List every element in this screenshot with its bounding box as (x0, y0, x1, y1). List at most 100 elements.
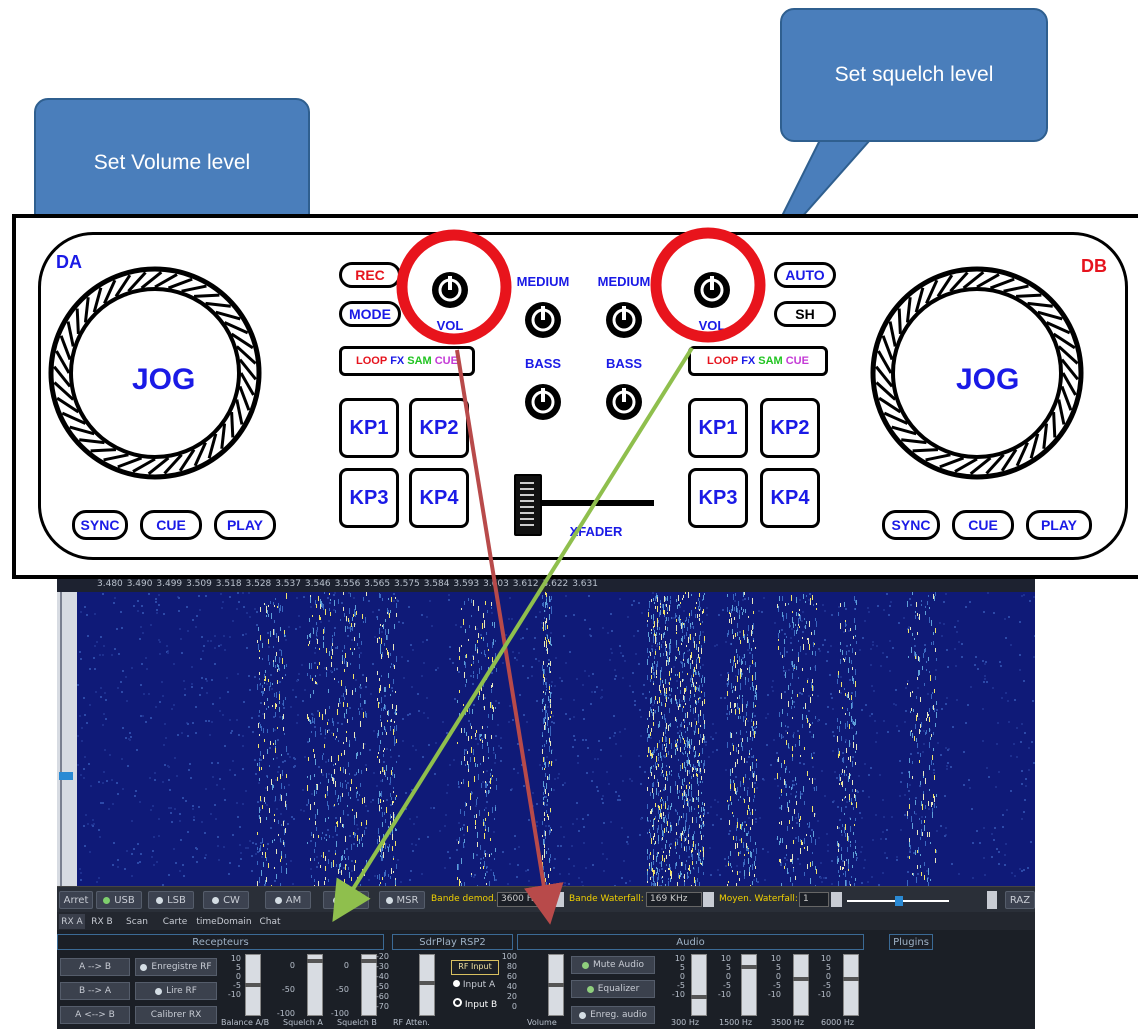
waterfall-canvas (77, 592, 1035, 886)
jog-b-label: JOG (956, 363, 1020, 396)
rf-atten-slider[interactable] (419, 954, 435, 1016)
vol-a-label: VOL (436, 318, 464, 333)
waterfall-display[interactable] (77, 592, 1035, 886)
usb-mode-button[interactable]: USB (96, 891, 142, 909)
cue-button-b[interactable]: CUE (952, 510, 1014, 540)
waterfall-avg-spin-icon[interactable] (831, 892, 842, 907)
xfader-grip-icon (520, 482, 534, 528)
tab-chat[interactable]: Chat (255, 914, 285, 929)
mode-button[interactable]: MODE (339, 301, 401, 327)
tab-rx-b[interactable]: RX B (87, 914, 117, 929)
ruler-tick-label: 3.603 (483, 579, 509, 589)
demod-input[interactable]: 3600 Hz (497, 892, 541, 907)
input-a-radio-dot[interactable] (453, 980, 460, 987)
waterfall-contrast-slider[interactable] (847, 894, 949, 907)
squelch-a-slider[interactable] (307, 954, 323, 1016)
play-button-b[interactable]: PLAY (1026, 510, 1092, 540)
record-rf-button[interactable]: Enregistre RF (135, 958, 217, 976)
squelch-a-scale: 0 -50 -100 (276, 961, 295, 1018)
input-b-radio[interactable]: Input B (453, 998, 497, 1010)
auto-button[interactable]: AUTO (774, 262, 836, 288)
cw-mode-button[interactable]: CW (203, 891, 249, 909)
eq3500-slider[interactable] (793, 954, 809, 1016)
balance-slider-thumb[interactable] (245, 983, 261, 987)
sync-button-a[interactable]: SYNC (72, 510, 128, 540)
ruler-tick-label: 3.546 (304, 579, 331, 589)
volume-label: Volume (527, 1018, 557, 1027)
tab-rx-a[interactable]: RX A (59, 914, 85, 929)
medium-knob-a[interactable] (523, 300, 563, 340)
eq3500-scale: 10 5 0 -5 -10 (767, 954, 781, 999)
eq1500-slider-thumb[interactable] (741, 965, 757, 969)
calibrate-rx-button[interactable]: Calibrer RX (135, 1006, 217, 1024)
volume-slider[interactable] (548, 954, 564, 1016)
tab-scan[interactable]: Scan (119, 914, 155, 929)
contrast-slider-thumb[interactable] (895, 896, 903, 906)
msr-mode-button[interactable]: MSR (379, 891, 425, 909)
input-b-radio-dot[interactable] (453, 998, 462, 1007)
stop-button[interactable]: Arret (59, 891, 93, 909)
raz-button[interactable]: RAZ (1005, 891, 1035, 909)
read-rf-button[interactable]: Lire RF (135, 982, 217, 1000)
loop-fx-sam-cue-a[interactable]: LOOP FX SAM CUE (339, 346, 475, 376)
balance-slider[interactable] (245, 954, 261, 1016)
eq3500-slider-thumb[interactable] (793, 977, 809, 981)
ruler-tick-label: 3.499 (156, 579, 183, 589)
xfader-handle[interactable] (514, 474, 542, 536)
ruler-tick-label: 3.565 (364, 579, 391, 589)
waterfall-band-input[interactable]: 169 KHz (646, 892, 702, 907)
plugins-button[interactable]: Plugins (889, 934, 933, 950)
medium-knob-b[interactable] (604, 300, 644, 340)
eq6000-slider[interactable] (843, 954, 859, 1016)
rec-button[interactable]: REC (339, 262, 401, 288)
play-button-a[interactable]: PLAY (214, 510, 276, 540)
mute-audio-button[interactable]: Mute Audio (571, 956, 655, 974)
dj-controller: DA DB JOG JOG REC MODE AUTO SH VOL MEDIU… (12, 214, 1138, 579)
pad-kp2-b[interactable]: KP2 (760, 398, 820, 458)
vol-knob-b[interactable] (692, 270, 732, 310)
record-audio-button[interactable]: Enreg. audio (571, 1006, 655, 1024)
fm-mode-button[interactable]: FM (323, 891, 369, 909)
copy-b-to-a-button[interactable]: B --> A (60, 982, 130, 1000)
volume-slider-thumb[interactable] (548, 983, 564, 987)
pad-kp1-a[interactable]: KP1 (339, 398, 399, 458)
eq6000-slider-thumb[interactable] (843, 977, 859, 981)
pad-kp4-a[interactable]: KP4 (409, 468, 469, 528)
demod-spin-icon[interactable] (553, 892, 564, 907)
eq1500-slider[interactable] (741, 954, 757, 1016)
sh-button[interactable]: SH (774, 301, 836, 327)
input-a-radio[interactable]: Input A (453, 980, 495, 990)
pad-kp3-b[interactable]: KP3 (688, 468, 748, 528)
waterfall-band-spin-icon[interactable] (703, 892, 714, 907)
ruler-tick-label: 3.575 (394, 579, 420, 589)
squelch-a-slider-thumb[interactable] (307, 959, 323, 963)
waterfall-avg-input[interactable]: 1 (799, 892, 829, 907)
equalizer-button[interactable]: Equalizer (571, 980, 655, 998)
waterfall-zoom-icon[interactable] (987, 891, 997, 909)
volume-scale: 100 80 60 40 20 0 (501, 952, 517, 1011)
am-mode-button[interactable]: AM (265, 891, 311, 909)
pad-kp4-b[interactable]: KP4 (760, 468, 820, 528)
device-section-title: SdrPlay RSP2 (392, 934, 513, 950)
cue-button-a[interactable]: CUE (140, 510, 202, 540)
rf-atten-slider-thumb[interactable] (419, 981, 435, 985)
swap-a-b-button[interactable]: A <--> B (60, 1006, 130, 1024)
lsb-mode-button[interactable]: LSB (148, 891, 194, 909)
eq300-slider[interactable] (691, 954, 707, 1016)
rf-atten-scale: -20 -30 -40 -50 -60 -70 (375, 952, 389, 1011)
level-marker[interactable] (59, 772, 73, 780)
copy-a-to-b-button[interactable]: A --> B (60, 958, 130, 976)
bass-knob-b[interactable] (604, 382, 644, 422)
sync-button-b[interactable]: SYNC (882, 510, 940, 540)
pad-kp2-a[interactable]: KP2 (409, 398, 469, 458)
loop-fx-sam-cue-b[interactable]: LOOP FX SAM CUE (688, 346, 828, 376)
pad-kp3-a[interactable]: KP3 (339, 468, 399, 528)
ruler-tick-label: 3.528 (245, 579, 272, 589)
tab-timedomain[interactable]: timeDomain (195, 914, 253, 929)
tab-carte[interactable]: Carte (157, 914, 193, 929)
level-strip[interactable] (57, 592, 77, 886)
bass-knob-a[interactable] (523, 382, 563, 422)
pad-kp1-b[interactable]: KP1 (688, 398, 748, 458)
vol-knob-a[interactable] (430, 270, 470, 310)
eq300-slider-thumb[interactable] (691, 995, 707, 999)
